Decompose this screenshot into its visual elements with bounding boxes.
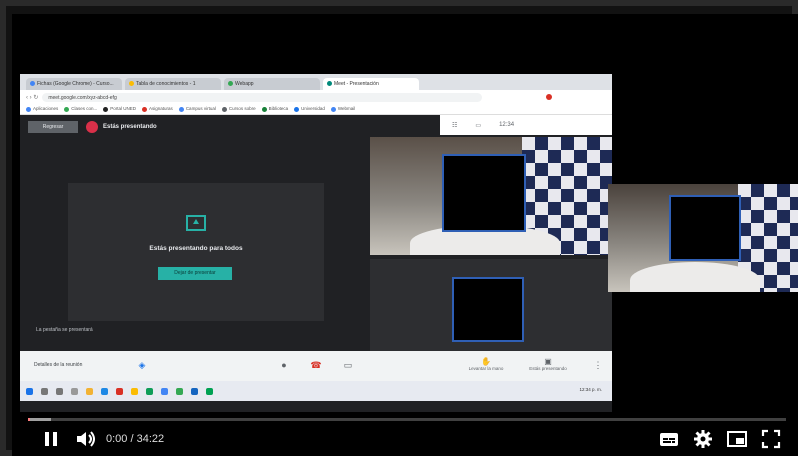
system-tray-clock: 12:34 p. m. bbox=[579, 387, 602, 392]
redaction-box bbox=[442, 154, 526, 232]
presenting-card: Estás presentando para todos Dejar de pr… bbox=[68, 183, 324, 321]
settings-gear-icon[interactable] bbox=[692, 428, 714, 450]
present-screen-icon bbox=[186, 215, 206, 231]
presenting-label: Estás presentando bbox=[103, 124, 157, 130]
person-silhouette bbox=[630, 262, 760, 292]
redaction-box bbox=[452, 277, 524, 342]
chat-icon: ▭ bbox=[475, 122, 482, 129]
taskview-icon bbox=[56, 387, 63, 395]
start-icon bbox=[26, 387, 33, 395]
hang-up-icon: ☎ bbox=[310, 360, 322, 370]
bookmark: Clases con... bbox=[64, 106, 97, 112]
app-icon bbox=[131, 387, 138, 395]
raise-hand-control: ✋ Levantar la mano bbox=[460, 357, 512, 371]
stop-presenting-button: Dejar de presentar bbox=[158, 267, 232, 280]
presenting-indicator: Estás presentando bbox=[86, 121, 157, 133]
presenting-message: Estás presentando para todos bbox=[149, 245, 243, 252]
browser-address-bar: ‹ › ↻ meet.google.com/xyz-abcd-efg bbox=[20, 90, 612, 104]
profile-icon bbox=[546, 94, 553, 100]
browser-tab-1: Fichas (Google Chrome) - Curso... bbox=[26, 78, 122, 90]
meet-control-bar: Detalles de la reunión ◈ ● ☎ ▭ ✋ Levantar… bbox=[20, 351, 612, 381]
total-time: 34:22 bbox=[136, 433, 165, 445]
current-time: 0:00 bbox=[106, 433, 128, 445]
bookmark: Cursos sobre bbox=[221, 106, 256, 112]
meet-toolbar: ☷ ▭ 12:34 bbox=[440, 115, 612, 135]
chrome-icon bbox=[146, 387, 153, 395]
hand-icon: ✋ bbox=[481, 357, 491, 366]
fullscreen-icon[interactable] bbox=[760, 428, 782, 450]
url-box: meet.google.com/xyz-abcd-efg bbox=[42, 92, 483, 102]
browser-tab-3: Webapp bbox=[224, 78, 320, 90]
bookmarks-bar: Aplicaciones Clases con... Portal UNED A… bbox=[20, 104, 612, 115]
app-icon bbox=[206, 387, 213, 395]
camera-icon: ▭ bbox=[343, 360, 353, 370]
volume-icon[interactable] bbox=[74, 428, 98, 450]
shield-icon: ◈ bbox=[138, 360, 146, 370]
buffered-bar bbox=[28, 418, 51, 421]
microphone-icon: ● bbox=[281, 360, 287, 370]
present-icon: ▣ bbox=[544, 357, 552, 366]
progress-bar[interactable] bbox=[28, 418, 786, 421]
browser-tab-4: Meet - Presentación bbox=[323, 78, 419, 90]
time-display: 0:00 / 34:22 bbox=[106, 433, 164, 445]
back-button: Regresar bbox=[28, 121, 78, 133]
nav-arrows-icon: ‹ › ↻ bbox=[26, 94, 39, 101]
bookmark: Campus virtual bbox=[178, 106, 216, 112]
bookmark: Universidad bbox=[294, 106, 325, 112]
video-player[interactable]: Fichas (Google Chrome) - Curso... Tabla … bbox=[12, 14, 798, 456]
app-icon bbox=[191, 387, 198, 395]
avatar bbox=[86, 121, 98, 133]
browser-tab-2: Tabla de conocimientos - 1 bbox=[125, 78, 221, 90]
app-icon bbox=[116, 387, 123, 395]
os-taskbar: 12:34 p. m. bbox=[20, 381, 612, 401]
tab-share-note: La pestaña se presentará bbox=[36, 327, 93, 333]
app-icon bbox=[101, 387, 108, 395]
folder-icon bbox=[86, 387, 93, 395]
video-frame: Fichas (Google Chrome) - Curso... Tabla … bbox=[0, 0, 798, 456]
time-separator: / bbox=[127, 433, 137, 445]
more-options-icon: ⋮ bbox=[593, 360, 603, 370]
shared-screen: Fichas (Google Chrome) - Curso... Tabla … bbox=[20, 74, 612, 412]
app-icon bbox=[71, 387, 78, 395]
miniplayer-icon[interactable] bbox=[726, 428, 748, 450]
pause-icon[interactable] bbox=[40, 428, 62, 450]
bookmark: Aplicaciones bbox=[26, 106, 58, 112]
present-now-control: ▣ Estás presentando bbox=[522, 357, 574, 371]
meeting-details: Detalles de la reunión bbox=[34, 362, 83, 368]
bookmark: Biblioteca bbox=[261, 106, 288, 112]
clock-label: 12:34 bbox=[499, 122, 515, 128]
people-icon: ☷ bbox=[452, 122, 458, 129]
bookmark: Portal UNED bbox=[103, 106, 136, 112]
app-icon bbox=[161, 387, 168, 395]
app-icon bbox=[176, 387, 183, 395]
bookmark: Asignaturas bbox=[142, 106, 173, 112]
browser-tab-strip: Fichas (Google Chrome) - Curso... Tabla … bbox=[20, 74, 612, 90]
search-icon bbox=[41, 387, 48, 395]
subtitles-icon[interactable] bbox=[658, 428, 680, 450]
redaction-box bbox=[669, 195, 741, 261]
bookmark: Webmail bbox=[330, 106, 355, 112]
